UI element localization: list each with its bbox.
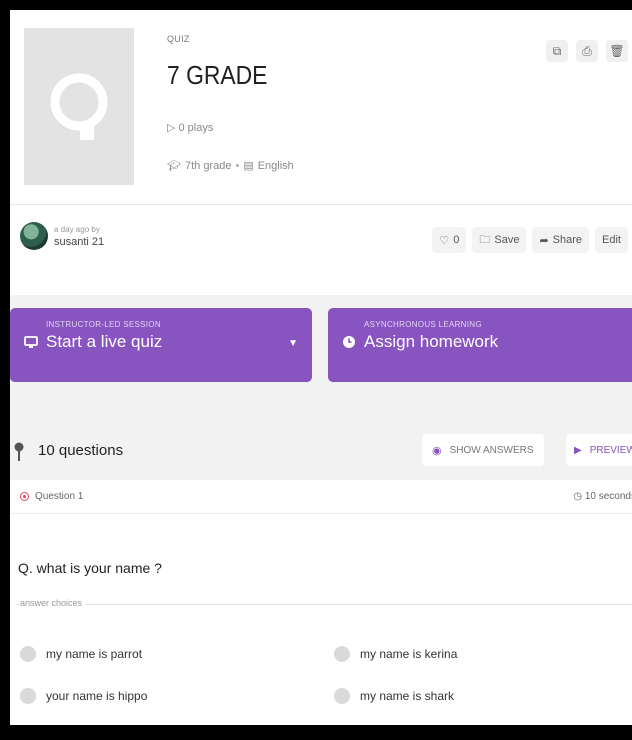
printer-icon: ⎙ [582,43,592,58]
target-icon [20,492,29,501]
choice-text: your name is hippo [46,689,148,703]
edit-label: Edit [602,234,621,246]
header-divider [10,204,632,205]
live-session-sublabel: INSTRUCTOR-LED SESSION [46,320,161,329]
plays-count: ▷ 0 plays [167,121,214,135]
like-count: 0 [453,234,460,246]
choices-divider [16,604,632,605]
present-screen-icon [24,335,38,349]
save-button[interactable]: 🗀 Save [472,227,527,253]
app-frame: QUIZ 7 GRADE ▷ 0 plays 🎓︎ 7th grade • ▤ … [10,10,632,725]
print-button[interactable]: ⎙ [576,40,598,62]
answer-choice: my name is parrot [20,646,142,662]
language-label: English [257,159,294,172]
quiz-header: QUIZ 7 GRADE ▷ 0 plays 🎓︎ 7th grade • ▤ … [10,10,632,295]
question-card: Question 1 ◷ 10 seconds Q. what is your … [10,480,632,725]
start-live-quiz-button[interactable]: INSTRUCTOR-LED SESSION Start a live quiz… [10,308,312,382]
share-button[interactable]: ➦ Share [532,227,590,253]
question-header: Question 1 ◷ 10 seconds [10,480,632,514]
question-text: Q. what is your name ? [18,560,162,576]
eye-icon: ◉ [432,444,442,457]
chevron-down-icon[interactable]: ▼ [288,338,298,349]
copy-icon: ⧉ [552,43,562,58]
answer-choice: my name is shark [334,688,454,704]
show-answers-button[interactable]: ◉ SHOW ANSWERS [422,434,544,466]
quiz-title: 7 GRADE [167,60,268,90]
created-ago: a day ago by [54,224,100,234]
delete-button[interactable]: 🗑︎ [606,40,628,62]
answer-choice: my name is kerina [334,646,457,662]
clock-icon [342,335,356,349]
author-name[interactable]: susanti 21 [54,236,104,248]
heart-icon: ♡ [439,234,450,247]
trash-icon: 🗑︎ [609,44,625,58]
avatar[interactable] [20,222,48,250]
like-button[interactable]: ♡ 0 [432,227,467,253]
choice-text: my name is kerina [360,647,458,661]
save-label: Save [494,234,520,246]
quizizz-logo-icon [50,73,108,140]
answer-choices-label: answer choices [20,598,87,608]
question-count: 10 questions [38,442,124,459]
assign-homework-button[interactable]: ASYNCHRONOUS LEARNING Assign homework [328,308,632,382]
preview-button[interactable]: ▶ PREVIEW [566,434,632,466]
grade-cap-icon: 🎓︎ [167,160,181,172]
edit-button[interactable]: Edit [595,227,628,253]
play-triangle-icon: ▶ [574,444,582,456]
header-tools: ⧉ ⎙ 🗑︎ [546,40,628,62]
questions-bar: 10 questions ◉ SHOW ANSWERS ▶ PREVIEW [10,428,632,476]
choice-indicator [334,646,350,662]
question-number-label: Question 1 [35,491,84,502]
quiz-type-tag: QUIZ [167,34,190,44]
timer-icon: ◷ [573,491,583,502]
folder-icon: 🗀 [479,233,491,246]
question-time: ◷ 10 seconds [573,491,632,502]
homework-label: Assign homework [364,332,499,351]
quiz-meta: 🎓︎ 7th grade • ▤ English [167,159,294,173]
question-number: Question 1 [20,491,83,502]
play-icon: ▷ [167,122,176,134]
meta-separator: • [235,159,240,172]
choice-text: my name is parrot [46,647,143,661]
grade-label: 7th grade [184,159,232,172]
answer-choice: your name is hippo [20,688,147,704]
quiz-thumbnail [24,28,134,185]
question-time-label: 10 seconds [584,491,632,502]
homework-sublabel: ASYNCHRONOUS LEARNING [364,320,482,329]
copy-button[interactable]: ⧉ [546,40,568,62]
plays-label: 0 plays [178,121,214,134]
author-info[interactable]: a day ago by susanti 21 [20,222,104,250]
pin-icon [14,442,24,467]
show-answers-label: SHOW ANSWERS [449,444,534,456]
choice-indicator [20,688,36,704]
language-icon: ▤ [243,160,254,172]
share-label: Share [552,234,583,246]
share-icon: ➦ [539,234,549,247]
choice-text: my name is shark [360,689,455,703]
live-session-label: Start a live quiz [46,332,163,351]
preview-label: PREVIEW [589,444,632,456]
choice-indicator [20,646,36,662]
choice-indicator [334,688,350,704]
quiz-actions: ♡ 0 🗀 Save ➦ Share Edit [432,227,628,253]
